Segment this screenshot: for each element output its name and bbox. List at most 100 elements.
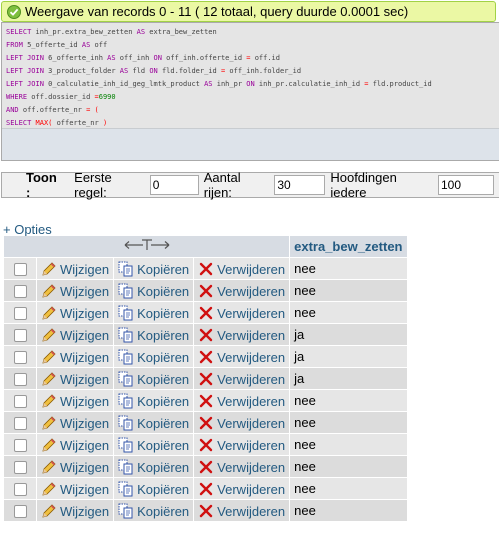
copy-cell: Kopiëren bbox=[114, 258, 194, 279]
copy-link[interactable]: Kopiëren bbox=[118, 261, 189, 277]
row-select-cell bbox=[4, 324, 36, 345]
edit-link[interactable]: Wijzigen bbox=[41, 438, 109, 453]
first-row-input[interactable] bbox=[149, 175, 199, 195]
edit-link[interactable]: Wijzigen bbox=[41, 460, 109, 475]
copy-link[interactable]: Kopiëren bbox=[118, 305, 190, 321]
copy-link[interactable]: Kopiëren bbox=[118, 393, 189, 409]
copy-label: Kopiëren bbox=[137, 305, 190, 321]
delete-label: Verwijderen bbox=[217, 283, 286, 299]
edit-link[interactable]: Wijzigen bbox=[41, 482, 109, 497]
delete-label: Verwijderen bbox=[217, 459, 286, 475]
edit-cell: Wijzigen bbox=[37, 500, 114, 521]
row-checkbox[interactable] bbox=[13, 307, 27, 321]
row-checkbox[interactable] bbox=[13, 285, 27, 299]
copy-link[interactable]: Kopiëren bbox=[118, 503, 190, 519]
delete-link[interactable]: Verwijderen bbox=[198, 416, 285, 431]
cross-icon bbox=[198, 349, 214, 365]
sql-query-box[interactable]: SELECT inh_pr.extra_bew_zetten AS extra_… bbox=[1, 22, 499, 161]
copy-link[interactable]: Kopiëren bbox=[118, 371, 189, 387]
copy-link[interactable]: Kopiëren bbox=[118, 349, 189, 365]
edit-link[interactable]: Wijzigen bbox=[41, 306, 109, 321]
delete-link[interactable]: Verwijderen bbox=[198, 394, 285, 409]
delete-link[interactable]: Verwijderen bbox=[198, 328, 285, 343]
copy-link[interactable]: Kopiëren bbox=[118, 415, 189, 431]
delete-cell: Verwijderen bbox=[194, 456, 290, 477]
copy-cell: Kopiëren bbox=[114, 390, 194, 411]
row-checkbox[interactable] bbox=[13, 439, 27, 453]
table-row: Wijzigen Kopiëren Verwijderen nee bbox=[4, 434, 407, 455]
edit-link[interactable]: Wijzigen bbox=[41, 328, 109, 343]
copy-link[interactable]: Kopiëren bbox=[118, 283, 189, 299]
edit-link[interactable]: Wijzigen bbox=[41, 284, 109, 299]
row-checkbox[interactable] bbox=[13, 263, 27, 277]
delete-link[interactable]: Verwijderen bbox=[198, 504, 285, 519]
edit-link[interactable]: Wijzigen bbox=[41, 416, 109, 431]
cross-icon bbox=[198, 415, 214, 431]
edit-link[interactable]: Wijzigen bbox=[41, 262, 109, 277]
cell-extra-bew-zetten: ja bbox=[290, 368, 407, 389]
pencil-icon bbox=[41, 459, 57, 475]
edit-link[interactable]: Wijzigen bbox=[41, 504, 109, 519]
copy-icon bbox=[118, 393, 134, 409]
cell-extra-bew-zetten: nee bbox=[290, 390, 407, 411]
edit-label: Wijzigen bbox=[60, 437, 110, 453]
cross-icon bbox=[198, 393, 214, 409]
delete-link[interactable]: Verwijderen bbox=[198, 438, 285, 453]
row-checkbox[interactable] bbox=[13, 483, 27, 497]
copy-cell: Kopiëren bbox=[114, 434, 194, 455]
cross-icon bbox=[198, 261, 214, 277]
cell-extra-bew-zetten: nee bbox=[290, 478, 407, 499]
cell-extra-bew-zetten: nee bbox=[290, 302, 407, 323]
delete-link[interactable]: Verwijderen bbox=[198, 372, 285, 387]
row-select-cell bbox=[4, 390, 36, 411]
row-checkbox[interactable] bbox=[13, 505, 27, 519]
delete-link[interactable]: Verwijderen bbox=[198, 350, 285, 365]
edit-link[interactable]: Wijzigen bbox=[41, 394, 109, 409]
copy-label: Kopiëren bbox=[137, 503, 190, 519]
edit-link[interactable]: Wijzigen bbox=[41, 372, 109, 387]
table-row: Wijzigen Kopiëren Verwijderen nee bbox=[4, 280, 407, 301]
copy-link[interactable]: Kopiëren bbox=[118, 481, 189, 497]
row-select-cell bbox=[4, 456, 36, 477]
delete-link[interactable]: Verwijderen bbox=[198, 262, 285, 277]
copy-link[interactable]: Kopiëren bbox=[118, 459, 189, 475]
delete-link[interactable]: Verwijderen bbox=[198, 460, 285, 475]
row-checkbox[interactable] bbox=[13, 351, 27, 365]
edit-link[interactable]: Wijzigen bbox=[41, 350, 109, 365]
copy-cell: Kopiëren bbox=[114, 368, 194, 389]
column-resize-header[interactable] bbox=[4, 236, 290, 257]
cross-icon bbox=[198, 481, 214, 497]
copy-link[interactable]: Kopiëren bbox=[118, 327, 189, 343]
num-rows-input[interactable] bbox=[274, 175, 326, 195]
toon-label: Toon : bbox=[26, 170, 57, 200]
copy-link[interactable]: Kopiëren bbox=[118, 437, 189, 453]
pencil-icon bbox=[41, 305, 57, 321]
delete-label: Verwijderen bbox=[217, 481, 286, 497]
edit-cell: Wijzigen bbox=[37, 478, 114, 499]
message-text: Weergave van records 0 - 11 ( 12 totaal,… bbox=[25, 4, 409, 19]
row-checkbox[interactable] bbox=[13, 329, 27, 343]
delete-link[interactable]: Verwijderen bbox=[198, 284, 285, 299]
copy-icon bbox=[118, 349, 134, 365]
edit-cell: Wijzigen bbox=[37, 258, 114, 279]
cell-extra-bew-zetten: nee bbox=[290, 280, 407, 301]
headers-every-input[interactable] bbox=[437, 175, 494, 195]
edit-label: Wijzigen bbox=[60, 415, 110, 431]
row-select-cell bbox=[4, 412, 36, 433]
row-checkbox[interactable] bbox=[13, 395, 27, 409]
row-checkbox[interactable] bbox=[13, 417, 27, 431]
column-header-extra-bew-zetten[interactable]: extra_bew_zetten bbox=[290, 236, 407, 257]
copy-icon bbox=[118, 371, 134, 387]
copy-cell: Kopiëren bbox=[114, 280, 194, 301]
delete-link[interactable]: Verwijderen bbox=[198, 482, 285, 497]
delete-link[interactable]: Verwijderen bbox=[198, 306, 285, 321]
table-row: Wijzigen Kopiëren Verwijderen nee bbox=[4, 456, 407, 477]
delete-cell: Verwijderen bbox=[194, 280, 290, 301]
cross-icon bbox=[198, 459, 214, 475]
cross-icon bbox=[198, 437, 214, 453]
row-checkbox[interactable] bbox=[13, 373, 27, 387]
row-select-cell bbox=[4, 346, 36, 367]
edit-label: Wijzigen bbox=[60, 283, 110, 299]
row-checkbox[interactable] bbox=[13, 461, 27, 475]
edit-label: Wijzigen bbox=[60, 371, 110, 387]
